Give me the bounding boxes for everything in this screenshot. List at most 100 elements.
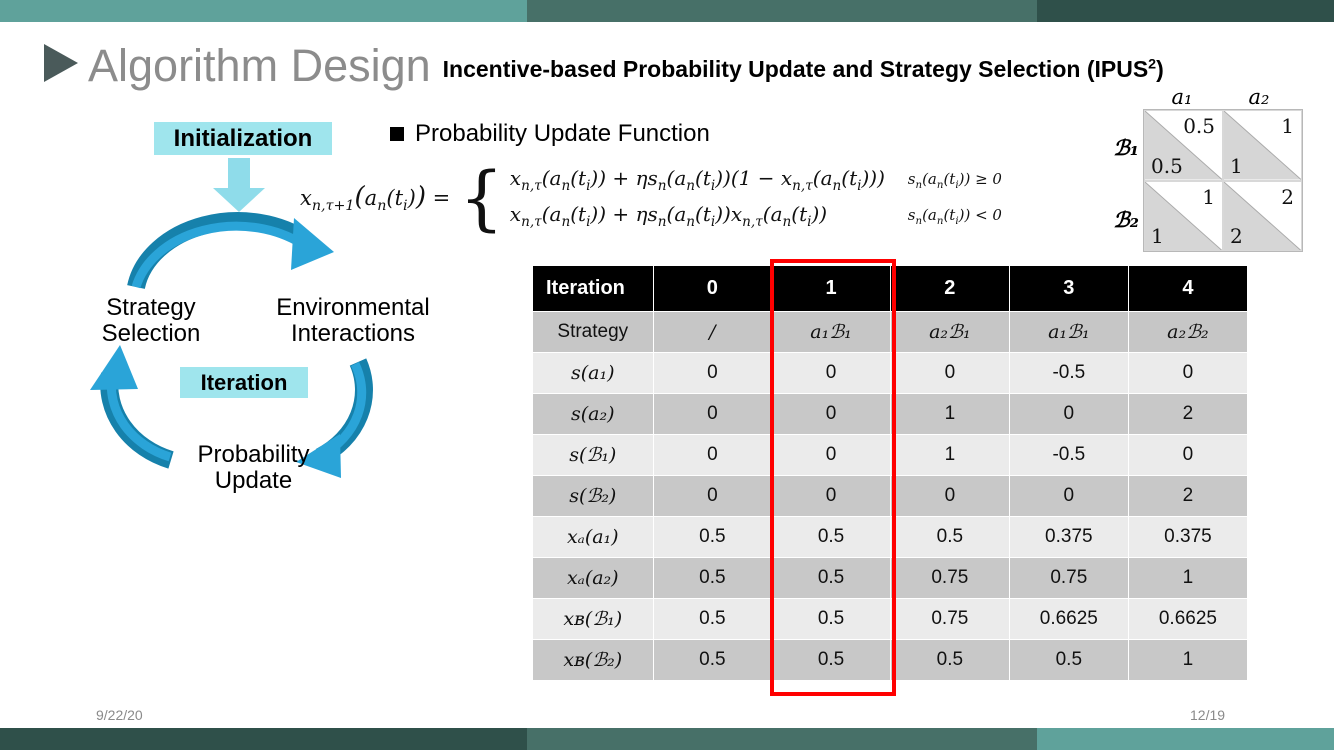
table-cell: 2 [1128, 476, 1247, 516]
top-bar-segment-light [0, 0, 527, 22]
table-row-label: s(a₁) [533, 353, 653, 393]
table-cell: 0.5 [772, 517, 890, 557]
formula-case-2-body: xn,τ(an(ti)) + ηsn(an(ti))xn,τ(an(ti)) [509, 202, 828, 230]
top-bar-segment-mid [527, 0, 1037, 22]
table-cell: 2 [1128, 394, 1247, 434]
table-header-cell-4: 4 [1128, 266, 1247, 311]
table-cell: 1 [1128, 558, 1247, 598]
payoff-cell-a1b1: 0.5 0.5 [1144, 110, 1223, 181]
page-subtitle-text: Incentive-based Probability Update and S… [442, 56, 1149, 82]
table-cell: 0.5 [772, 558, 890, 598]
table-cell: 0 [890, 476, 1009, 516]
payoff-value-top: 0.5 [1183, 114, 1215, 138]
table-cell: 0 [1128, 353, 1247, 393]
table-row-label: xₐ(a₂) [533, 558, 653, 598]
table-header-row: Iteration 0 1 2 3 4 [533, 266, 1247, 311]
table-cell: a₂ℬ₁ [890, 312, 1009, 352]
payoff-value-bottom: 2 [1230, 224, 1243, 248]
table-cell: 0.5 [653, 517, 772, 557]
table-cell: a₂ℬ₂ [1128, 312, 1247, 352]
probability-update-line2: Update [214, 466, 293, 494]
table-cell: 0 [772, 435, 890, 475]
table-cell: 0 [653, 394, 772, 434]
table-row-label: s(ℬ₁) [533, 435, 653, 475]
footer-page-number: 12/19 [1190, 707, 1226, 723]
formula-case-1-condition: sn(an(ti)) ≥ 0 [907, 169, 1002, 191]
table-cell: 0.75 [1009, 558, 1128, 598]
table-header: Iteration 0 1 2 3 4 [533, 266, 1247, 311]
down-arrow-icon [213, 158, 265, 212]
probability-update-line1: Probability [197, 441, 310, 468]
table-row: Strategy / a₁ℬ₁ a₂ℬ₁ a₁ℬ₁ a₂ℬ₂ [533, 312, 1247, 352]
table-cell: 0.5 [653, 599, 772, 639]
table-row: s(a₁) 0 0 0 -0.5 0 [533, 353, 1247, 393]
bullet-label: Probability Update Function [415, 120, 710, 147]
probability-update-label: Probability Update [166, 442, 341, 493]
table-cell: a₁ℬ₁ [772, 312, 890, 352]
table-cell: 0 [1128, 435, 1247, 475]
table-header-cell-3: 3 [1009, 266, 1128, 311]
table-cell: 0.5 [772, 599, 890, 639]
table-body: Strategy / a₁ℬ₁ a₂ℬ₁ a₁ℬ₁ a₂ℬ₂ s(a₁) 0 0 0 -0.5 0 s(… [533, 312, 1247, 680]
table-cell: 0.75 [890, 599, 1009, 639]
top-decorative-bar [0, 0, 1334, 22]
payoff-col-header-a2: a₂ [1248, 85, 1270, 109]
payoff-value-top: 1 [1281, 114, 1294, 138]
table-row: xₐ(a₂) 0.5 0.5 0.75 0.75 1 [533, 558, 1247, 598]
table-cell: 0.75 [890, 558, 1009, 598]
table-row-label: xʙ(ℬ₂) [533, 640, 653, 680]
table-row: xʙ(ℬ₂) 0.5 0.5 0.5 0.5 1 [533, 640, 1247, 680]
table-cell: -0.5 [1009, 435, 1128, 475]
top-bar-segment-dark [1037, 0, 1334, 22]
formula-cases: xn,τ(an(ti)) + ηsn(an(ti))(1 − xn,τ(an(t… [510, 166, 1002, 230]
table-header-cell-1: 1 [772, 266, 890, 311]
iteration-results-table: Iteration 0 1 2 3 4 Strategy / a₁ℬ₁ a₂ℬ₁ a₁ℬ… [532, 265, 1248, 681]
page-subtitle-superscript: 2 [1148, 56, 1157, 73]
table-cell: 0.5 [890, 517, 1009, 557]
table-cell: a₁ℬ₁ [1009, 312, 1128, 352]
payoff-grid: 0.5 0.5 1 1 1 1 2 2 [1143, 109, 1303, 252]
environmental-interactions-line2: Interactions [290, 319, 416, 347]
payoff-value-bottom: 0.5 [1151, 153, 1183, 178]
environmental-interactions-label: Environmental Interactions [248, 295, 458, 346]
table-row: s(a₂) 0 0 1 0 2 [533, 394, 1247, 434]
page-subtitle-tail: ) [1156, 56, 1164, 82]
table-cell: 0.375 [1128, 517, 1247, 557]
table-header-cell-2: 2 [890, 266, 1009, 311]
table-row-label: xₐ(a₁) [533, 517, 653, 557]
bottom-bar-segment-light [1037, 728, 1334, 750]
probability-update-function-bullet: Probability Update Function [390, 120, 710, 148]
table-cell: / [653, 312, 772, 352]
slide-title-row: Algorithm Design Incentive-based Probabi… [0, 30, 1334, 88]
environmental-interactions-line1: Environmental [276, 294, 430, 321]
table-cell: 0 [1009, 476, 1128, 516]
table-row: s(ℬ₂) 0 0 0 0 2 [533, 476, 1247, 516]
payoff-cell-a1b2: 1 1 [1144, 180, 1223, 251]
iteration-box: Iteration [180, 367, 308, 398]
formula-case-2: xn,τ(an(ti)) + ηsn(an(ti))xn,τ(an(ti)) s… [510, 202, 1002, 230]
formula-lhs: xn,τ+1(an(ti)) = [300, 181, 451, 215]
table-cell: 0 [653, 353, 772, 393]
table-row-label: xʙ(ℬ₁) [533, 599, 653, 639]
formula-brace-icon: { [459, 156, 504, 239]
iteration-results-table-wrap: Iteration 0 1 2 3 4 Strategy / a₁ℬ₁ a₂ℬ₁ a₁ℬ… [532, 265, 1248, 681]
triangle-bullet-icon [44, 44, 78, 82]
strategy-selection-line1: Strategy [106, 294, 196, 321]
table-cell: 0 [1009, 394, 1128, 434]
payoff-row-header-b1: ℬ₁ [1113, 135, 1139, 160]
payoff-value-top: 1 [1202, 184, 1215, 209]
payoff-row-header-b2: ℬ₂ [1113, 207, 1139, 232]
table-cell: 1 [890, 394, 1009, 434]
payoff-cell-a2b2: 2 2 [1223, 180, 1302, 251]
payoff-value-bottom: 1 [1151, 224, 1164, 248]
table-cell: 0 [772, 394, 890, 434]
bottom-bar-segment-dark [0, 728, 527, 750]
table-cell: 0.5 [653, 640, 772, 680]
square-bullet-icon [390, 127, 404, 141]
table-cell: 0 [772, 353, 890, 393]
table-row: s(ℬ₁) 0 0 1 -0.5 0 [533, 435, 1247, 475]
table-cell: 0.5 [653, 558, 772, 598]
table-cell: 1 [1128, 640, 1247, 680]
table-cell: 0 [890, 353, 1009, 393]
table-cell: 0.5 [772, 640, 890, 680]
